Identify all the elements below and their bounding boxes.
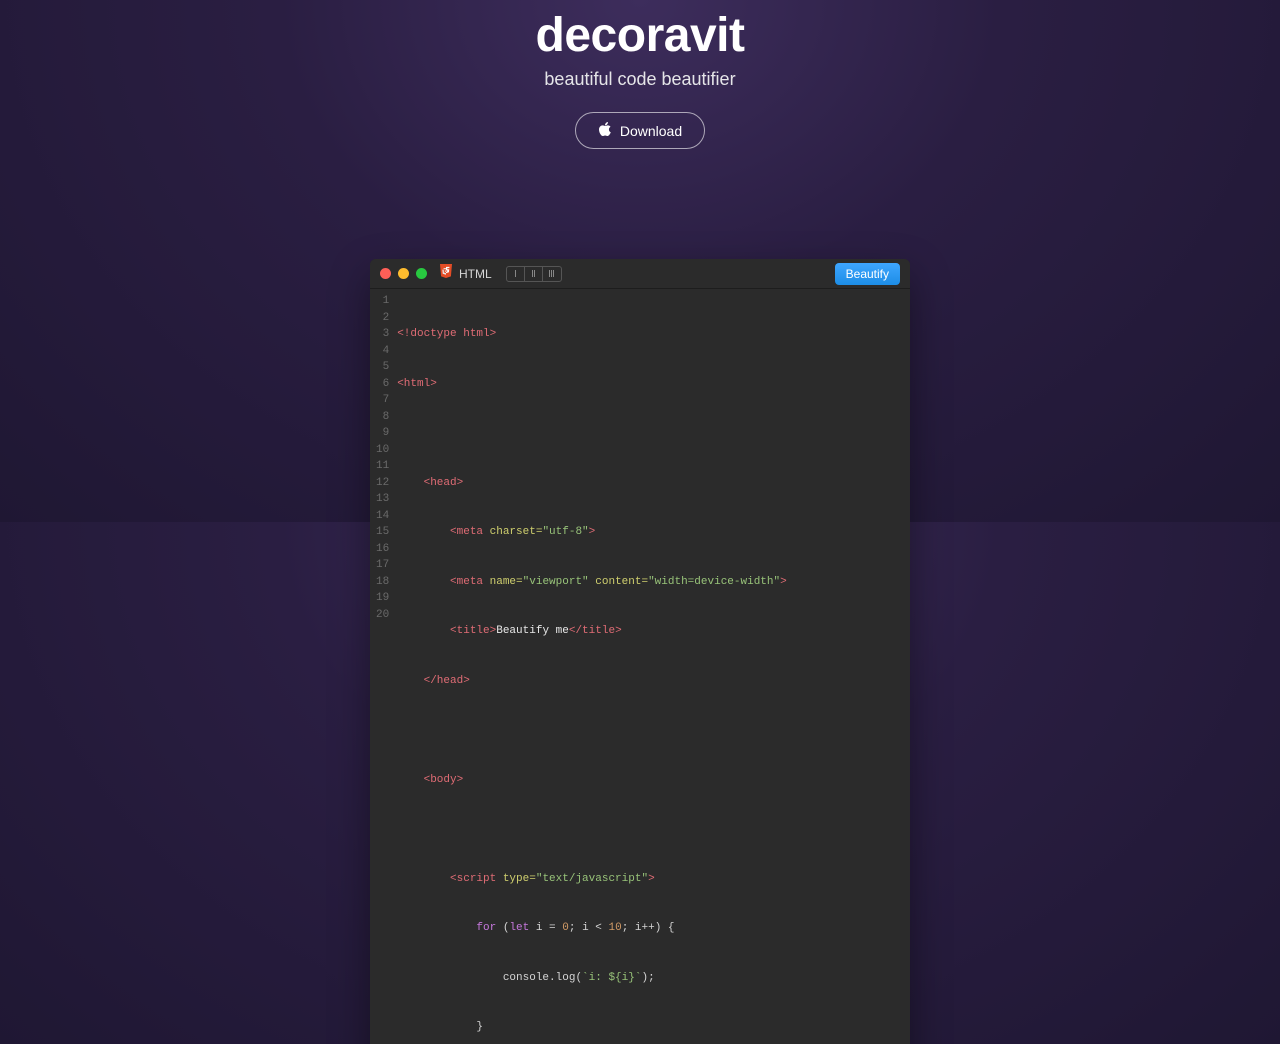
maximize-icon[interactable] xyxy=(416,268,427,279)
page-title: decoravit xyxy=(0,8,1280,63)
beautify-button[interactable]: Beautify xyxy=(835,263,900,285)
window-controls xyxy=(380,268,427,279)
indent-option-1[interactable] xyxy=(507,267,525,281)
editor-window: HTML Beautify 12345678910111213141516171… xyxy=(370,259,910,1044)
editor-body: 1234567891011121314151617181920 <!doctyp… xyxy=(370,289,910,1044)
indent-option-2[interactable] xyxy=(525,267,543,281)
page-subtitle: beautiful code beautifier xyxy=(0,69,1280,90)
indent-option-3[interactable] xyxy=(543,267,561,281)
indent-selector[interactable] xyxy=(506,266,562,282)
code-area[interactable]: <!doctype html> <html> <head> <meta char… xyxy=(397,293,787,1044)
download-button[interactable]: Download xyxy=(575,112,705,149)
html5-icon xyxy=(439,263,453,284)
line-gutter: 1234567891011121314151617181920 xyxy=(370,293,397,1044)
close-icon[interactable] xyxy=(380,268,391,279)
titlebar: HTML Beautify xyxy=(370,259,910,289)
download-label: Download xyxy=(620,123,682,139)
apple-icon xyxy=(598,121,612,140)
minimize-icon[interactable] xyxy=(398,268,409,279)
filetype-label: HTML xyxy=(459,267,492,281)
filetype-badge: HTML xyxy=(439,263,492,284)
